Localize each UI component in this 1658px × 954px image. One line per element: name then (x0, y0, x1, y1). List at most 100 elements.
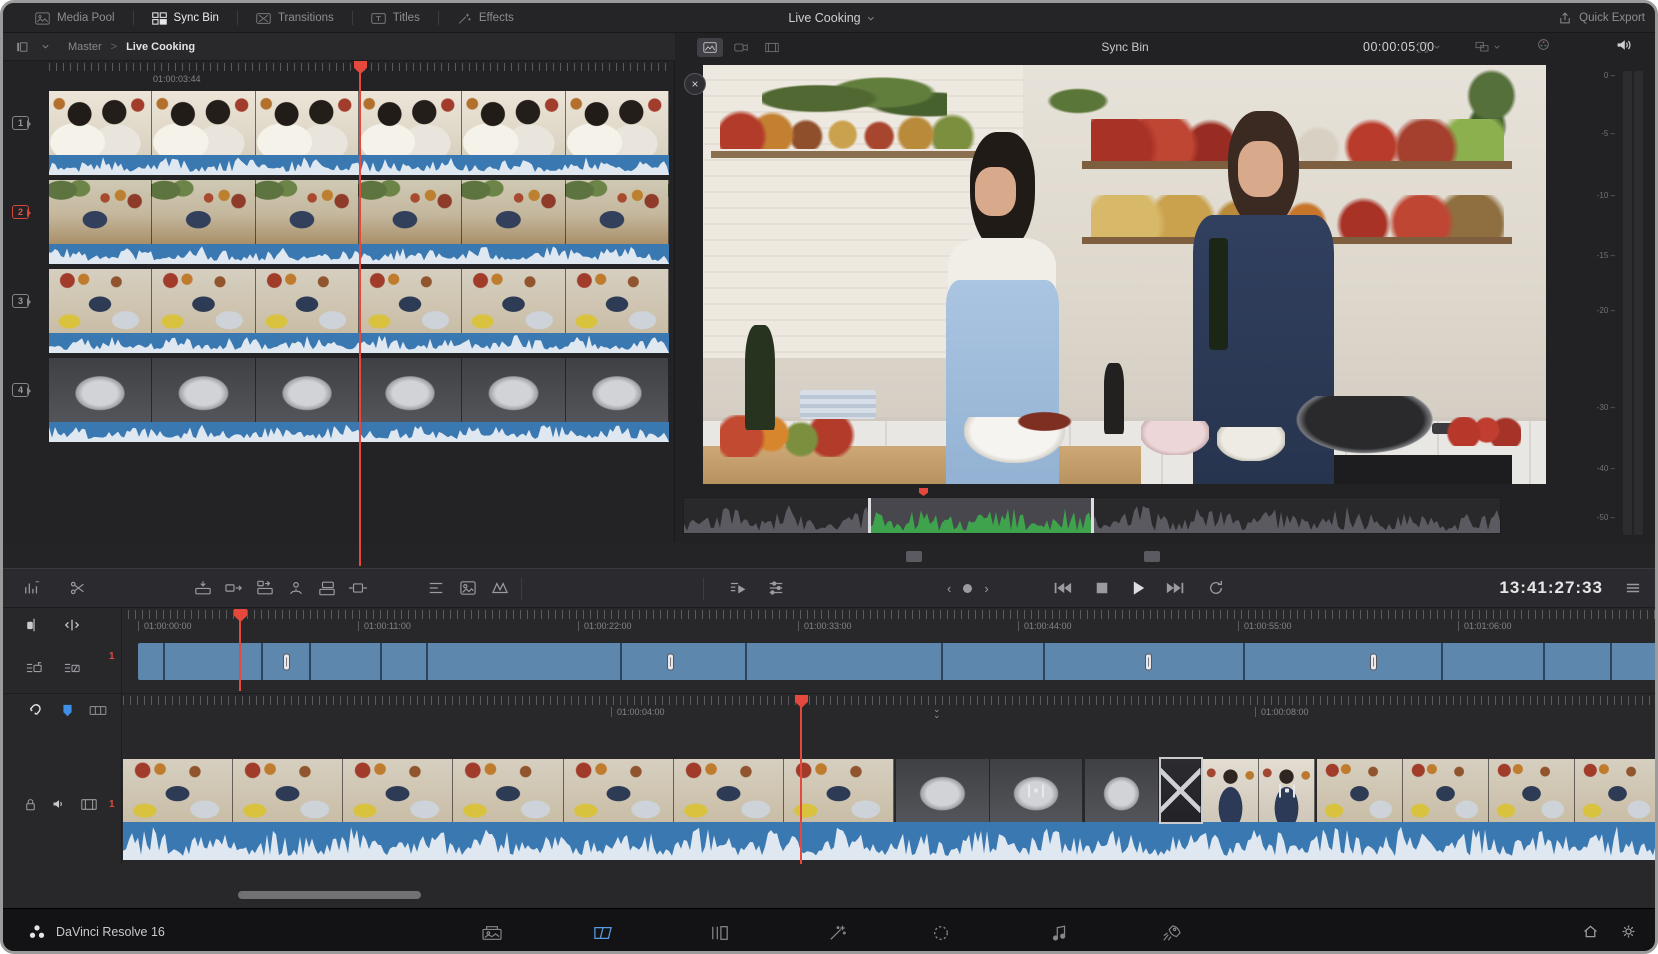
clip-thumbnail[interactable] (564, 759, 674, 822)
tab-sync-bin[interactable]: Sync Bin (134, 3, 237, 33)
multicam-thumbnail[interactable] (462, 91, 565, 155)
multicam-thumbnail[interactable] (256, 358, 359, 422)
append-button[interactable] (224, 580, 244, 597)
multicam-thumbnail[interactable] (49, 269, 152, 333)
transport-timecode[interactable]: 13:41:27:33 (1433, 569, 1603, 607)
upper-playhead-handle[interactable] (234, 609, 247, 622)
edit-point-marker[interactable] (1145, 653, 1152, 670)
clip-boundary[interactable] (745, 643, 747, 680)
snapping-magnet-icon[interactable] (27, 702, 43, 718)
multicam-thumbnail[interactable] (152, 269, 255, 333)
clip-thumbnail[interactable] (1203, 759, 1259, 822)
marker-flag-icon[interactable] (61, 703, 74, 718)
upper-timeline-clip-bar[interactable] (138, 643, 1658, 680)
edit-point-marker[interactable] (1370, 653, 1377, 670)
clip-boundary[interactable] (261, 643, 263, 680)
clip-boundary[interactable] (380, 643, 382, 680)
fast-review-icon[interactable] (25, 660, 43, 676)
multicam-thumbnail[interactable] (462, 358, 565, 422)
clip-thumbnail[interactable] (233, 759, 343, 822)
multicam-thumbnail[interactable] (256, 91, 359, 155)
multicam-thumbnail[interactable] (462, 180, 565, 244)
zoom-full-icon[interactable] (25, 617, 43, 633)
bin-playhead[interactable] (359, 63, 361, 566)
clip-thumbnail[interactable] (1085, 759, 1159, 822)
clip-thumbnail[interactable] (453, 759, 563, 822)
clip-thumbnail[interactable] (896, 759, 990, 822)
jog-dot-icon[interactable] (963, 584, 972, 593)
jog-left-icon[interactable]: ‹ (947, 581, 951, 596)
multicam-thumbnail[interactable] (152, 91, 255, 155)
multicam-thumbnail[interactable] (152, 180, 255, 244)
audio-overview-strip[interactable] (683, 497, 1501, 534)
timeline-clip-4[interactable] (1161, 759, 1201, 822)
multicam-thumbnail[interactable] (359, 180, 462, 244)
multicam-thumbnail[interactable] (566, 91, 669, 155)
camera-angle-label-3[interactable]: 3 (12, 291, 29, 309)
viewer-video-frame[interactable] (703, 65, 1546, 484)
transition-duration-icon[interactable] (63, 660, 81, 676)
edit-point-marker[interactable] (667, 653, 674, 670)
selection-handle-right[interactable] (1091, 498, 1094, 533)
clip-boundary[interactable] (941, 643, 943, 680)
tools-button[interactable] (767, 580, 785, 596)
clip-thumbnail[interactable] (123, 759, 233, 822)
multicam-thumbnail[interactable] (49, 91, 152, 155)
timeline-clip-3[interactable] (1085, 759, 1159, 822)
upper-playhead[interactable] (239, 611, 241, 691)
clip-boundary[interactable] (163, 643, 165, 680)
settings-gear-icon[interactable] (1620, 923, 1637, 945)
multicam-thumbnail[interactable] (49, 180, 152, 244)
camera-angle-label-2[interactable]: 2 (12, 202, 29, 220)
transition-button[interactable] (491, 580, 509, 596)
viewer-mode-camera-icon[interactable] (728, 38, 754, 57)
go-to-end-button[interactable] (1166, 581, 1185, 596)
clip-thumbnail[interactable] (1489, 759, 1575, 822)
smart-insert-button[interactable] (193, 580, 213, 597)
clip-thumbnail[interactable] (1161, 759, 1201, 822)
timeline-clip-5[interactable] (1203, 759, 1315, 822)
multicam-thumbnail[interactable] (359, 358, 462, 422)
tab-titles[interactable]: Titles (353, 3, 438, 33)
timeline-clip-1[interactable] (123, 759, 894, 822)
camera-angle-label-1[interactable]: 1 (12, 113, 29, 131)
timeline-clip-6[interactable] (1317, 759, 1658, 822)
lower-playhead[interactable] (800, 697, 802, 864)
go-to-start-button[interactable] (1053, 581, 1072, 596)
upper-timeline-ruler[interactable] (121, 610, 1658, 619)
audio-monitor-icon[interactable] (1615, 37, 1633, 58)
multicam-thumbnail[interactable] (49, 358, 152, 422)
clip-boundary[interactable] (426, 643, 428, 680)
track-video-icon[interactable] (81, 798, 97, 811)
page-button-deliver[interactable] (1143, 917, 1199, 949)
viewer-zoom-dropdown[interactable] (1416, 41, 1441, 54)
multicam-thumbnail[interactable] (256, 180, 359, 244)
selection-handle-left[interactable] (868, 498, 871, 533)
camera-angle-label-4[interactable]: 4 (12, 380, 29, 398)
project-title-dropdown[interactable]: Live Cooking (788, 3, 875, 33)
zoom-detail-icon[interactable] (63, 617, 81, 633)
close-viewer-button[interactable]: × (684, 73, 706, 95)
sync-audio-button[interactable] (427, 580, 445, 596)
strip-zoom-knob-left[interactable] (906, 551, 922, 562)
place-on-top-button[interactable] (317, 580, 337, 597)
timeline-clip-2[interactable] (896, 759, 1083, 822)
stop-button[interactable] (1095, 581, 1109, 595)
track-lock-icon[interactable] (23, 797, 38, 812)
overview-selection[interactable] (870, 498, 1091, 533)
lower-timeline-ruler[interactable] (123, 696, 1658, 705)
home-button[interactable] (1582, 923, 1599, 945)
page-button-edit[interactable] (692, 917, 748, 949)
breadcrumb-root[interactable]: Master (68, 41, 102, 53)
clip-boundary[interactable] (1043, 643, 1045, 680)
clip-thumbnail[interactable] (343, 759, 453, 822)
page-button-cut[interactable] (575, 917, 631, 949)
viewer-display-dropdown[interactable] (1475, 41, 1501, 53)
clip-thumbnail[interactable] (990, 759, 1084, 822)
multicam-thumbnail[interactable] (566, 269, 669, 333)
clip-thumbnail[interactable] (1575, 759, 1658, 822)
clip-thumbnail[interactable] (674, 759, 784, 822)
horizontal-scrollbar[interactable] (238, 891, 421, 899)
page-button-fairlight[interactable] (1032, 917, 1088, 949)
clip-thumbnail[interactable] (1403, 759, 1489, 822)
